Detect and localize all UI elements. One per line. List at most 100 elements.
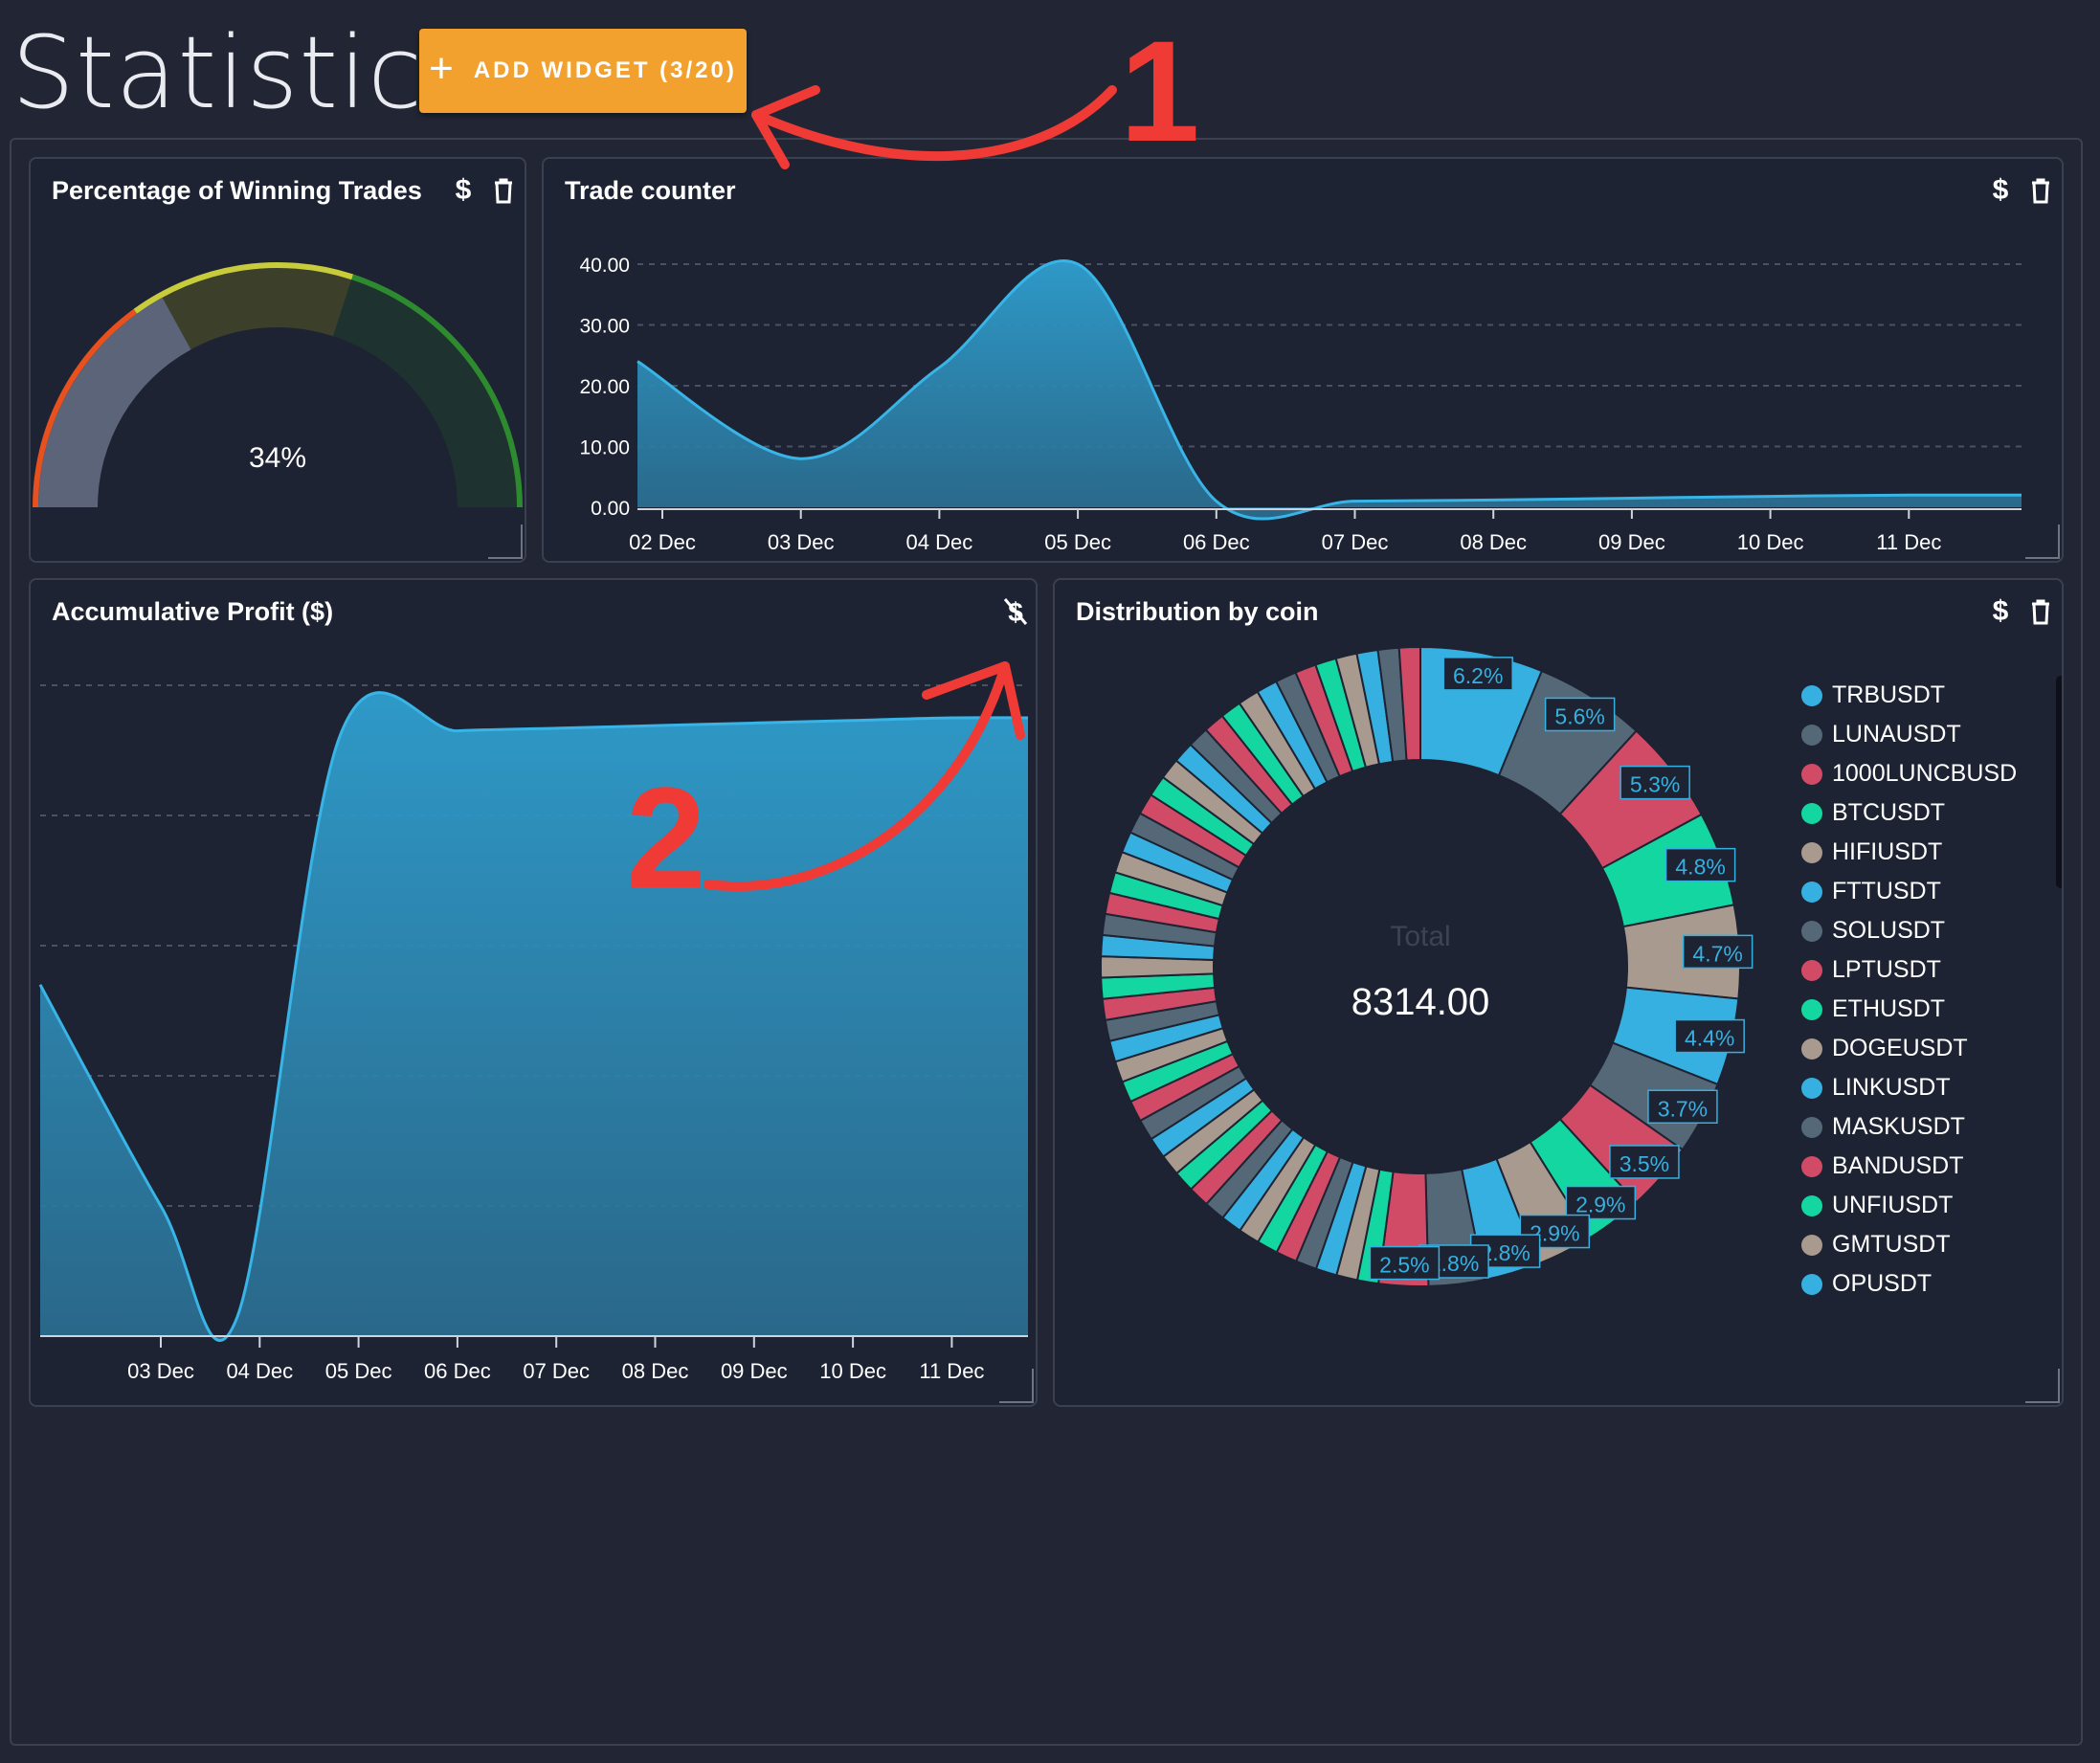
legend-item[interactable]: LINKUSDT — [1801, 1068, 2050, 1107]
area-fill — [40, 692, 1028, 1341]
legend-swatch — [1801, 802, 1822, 824]
legend-label: FTTUSDT — [1832, 878, 1941, 904]
legend-item[interactable]: SOLUSDT — [1801, 911, 2050, 950]
x-tick-label: 10 Dec — [1737, 530, 1804, 554]
trash-icon[interactable] — [2029, 598, 2052, 625]
distribution-donut-chart: Total 8314.00 6.2% 5.6% 5.3% 4.8% 4.7% 4.4% 3.… — [1100, 645, 1754, 1287]
legend-label: TRBUSDT — [1832, 681, 1946, 708]
x-tick-label: 05 Dec — [1044, 530, 1111, 554]
x-tick-label: 03 Dec — [768, 530, 835, 554]
legend-swatch — [1801, 724, 1822, 746]
legend-label: LPTUSDT — [1832, 956, 1941, 983]
legend-label: BANDUSDT — [1832, 1152, 1964, 1179]
legend-swatch — [1801, 841, 1822, 863]
legend-swatch — [1801, 920, 1822, 942]
x-tick-label: 07 Dec — [523, 1359, 590, 1383]
legend-swatch — [1801, 998, 1822, 1020]
legend-label: LINKUSDT — [1832, 1074, 1951, 1101]
legend-item[interactable]: MASKUSDT — [1801, 1107, 2050, 1147]
y-tick-label: 40.00 — [579, 255, 630, 277]
y-tick-label: 30.00 — [579, 316, 630, 338]
y-tick-label: 20.00 — [579, 376, 630, 398]
slice-label: 6.2% — [1453, 663, 1503, 688]
plus-icon: + — [429, 45, 457, 92]
slice-label: 4.7% — [1692, 941, 1742, 966]
legend-swatch — [1801, 959, 1822, 981]
legend-label: LUNAUSDT — [1832, 721, 1961, 748]
x-tick-label: 05 Dec — [325, 1359, 392, 1383]
x-tick-label: 09 Dec — [721, 1359, 788, 1383]
legend-item[interactable]: OPUSDT — [1801, 1264, 2050, 1304]
legend-swatch — [1801, 1077, 1822, 1099]
x-tick-label: 10 Dec — [819, 1359, 886, 1383]
resize-handle[interactable] — [488, 524, 523, 559]
legend-label: ETHUSDT — [1832, 995, 1946, 1022]
slice-label: 3.7% — [1658, 1096, 1708, 1121]
legend-label: OPUSDT — [1832, 1270, 1932, 1297]
slice-label: 4.4% — [1685, 1026, 1734, 1051]
winning-trades-widget: Percentage of Winning Trades $ 34% — [29, 157, 526, 563]
legend-swatch — [1801, 1194, 1822, 1216]
legend-item[interactable]: BANDUSDT — [1801, 1147, 2050, 1186]
x-tick-label: 07 Dec — [1322, 530, 1389, 554]
x-tick-label: 03 Dec — [127, 1359, 194, 1383]
legend-item[interactable]: 1000LUNCBUSD — [1801, 754, 2050, 793]
trade-counter-chart: 0.00 10.00 20.00 30.00 40.00 02 Dec 03 Dec 04 D… — [579, 255, 2022, 554]
slice-label: 5.3% — [1630, 772, 1680, 797]
donut-center-label: Total — [1390, 921, 1450, 952]
x-tick-label: 08 Dec — [1460, 530, 1527, 554]
accumulative-profit-widget: Accumulative Profit ($) $ 03 Dec04 Dec05… — [29, 578, 1038, 1407]
accumulative-profit-chart: 03 Dec 04 Dec 05 Dec 06 Dec 07 Dec 08 Dec 09 D… — [38, 684, 1029, 1383]
resize-handle[interactable] — [2025, 524, 2060, 559]
resize-handle[interactable] — [999, 1369, 1034, 1403]
legend-label: 1000LUNCBUSD — [1832, 760, 2018, 787]
legend-item[interactable]: GMTUSDT — [1801, 1225, 2050, 1264]
add-widget-label: ADD WIDGET (3/20) — [473, 57, 737, 83]
legend-item[interactable]: BTCUSDT — [1801, 793, 2050, 833]
donut-total-value: 8314.00 — [1352, 981, 1490, 1023]
legend-swatch — [1801, 1155, 1822, 1177]
y-tick-label: 0.00 — [591, 498, 630, 520]
legend-item[interactable]: LUNAUSDT — [1801, 715, 2050, 754]
dollar-icon[interactable]: $ — [1991, 595, 2010, 628]
legend-swatch — [1801, 1234, 1822, 1256]
legend-label: GMTUSDT — [1832, 1231, 1951, 1258]
slice-label: 3.5% — [1620, 1151, 1669, 1176]
legend-item[interactable]: HIFIUSDT — [1801, 833, 2050, 872]
x-tick-label: 08 Dec — [622, 1359, 689, 1383]
resize-handle[interactable] — [2025, 1369, 2060, 1403]
x-tick-label: 06 Dec — [1183, 530, 1250, 554]
x-tick-label: 06 Dec — [424, 1359, 491, 1383]
add-widget-button[interactable]: + ADD WIDGET (3/20) — [419, 29, 747, 113]
distribution-widget: Distribution by coin $ Total 8314.00 6.2… — [1053, 578, 2064, 1407]
legend-item[interactable]: DOGEUSDT — [1801, 1029, 2050, 1068]
legend-swatch — [1801, 881, 1822, 903]
legend-item[interactable]: UNFIUSDT — [1801, 1186, 2050, 1225]
x-tick-label: 09 Dec — [1598, 530, 1665, 554]
winning-gauge: 34% — [33, 262, 523, 507]
legend-label: SOLUSDT — [1832, 917, 1946, 944]
x-tick-label: 02 Dec — [629, 530, 696, 554]
area-fill — [637, 260, 2022, 520]
legend-scrollbar[interactable] — [2056, 676, 2062, 888]
legend-item[interactable]: ETHUSDT — [1801, 990, 2050, 1029]
y-tick-label: 10.00 — [579, 437, 630, 459]
legend-swatch — [1801, 1116, 1822, 1138]
legend-label: MASKUSDT — [1832, 1113, 1965, 1140]
x-tick-label: 11 Dec — [919, 1359, 984, 1383]
x-tick-label: 04 Dec — [226, 1359, 293, 1383]
legend-swatch — [1801, 763, 1822, 785]
page-title: Statistics — [11, 14, 477, 131]
slice-label: 5.6% — [1554, 703, 1604, 728]
legend-swatch — [1801, 1038, 1822, 1060]
legend-item[interactable]: FTTUSDT — [1801, 872, 2050, 911]
x-tick-label: 11 Dec — [1876, 530, 1941, 554]
legend-swatch — [1801, 684, 1822, 706]
slice-label: 4.8% — [1675, 855, 1725, 880]
legend-label: BTCUSDT — [1832, 799, 1946, 826]
x-tick-label: 04 Dec — [906, 530, 973, 554]
coin-legend: TRBUSDT LUNAUSDT 1000LUNCBUSD BTCUSDT HIFIUS… — [1801, 676, 2050, 1336]
legend-item[interactable]: LPTUSDT — [1801, 950, 2050, 990]
legend-item[interactable]: TRBUSDT — [1801, 676, 2050, 715]
trade-counter-widget: Trade counter $ 0.00 10.00 20.00 30.00 40.00… — [542, 157, 2064, 563]
